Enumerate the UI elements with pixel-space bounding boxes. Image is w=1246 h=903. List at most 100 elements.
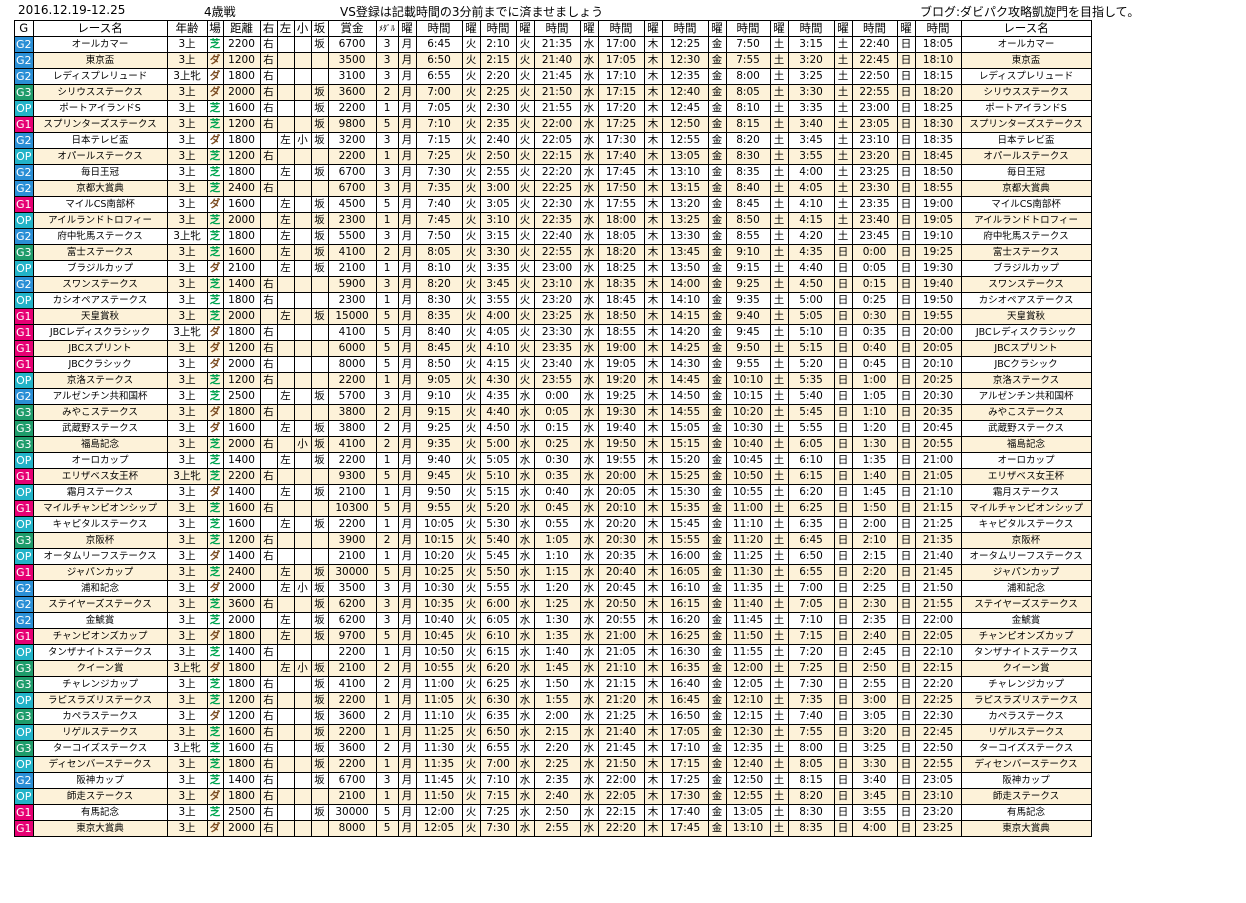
- time-cell: 3:55: [787, 148, 835, 165]
- time-cell: 6:20: [479, 660, 517, 677]
- grade-badge: OP: [14, 484, 34, 501]
- time-cell: 5:30: [479, 516, 517, 533]
- time-cell: 7:35: [787, 692, 835, 709]
- race-name: ステイヤーズステークス: [32, 596, 168, 613]
- weekday-cell: 水: [579, 420, 599, 437]
- weekday-cell: 金: [707, 724, 727, 741]
- weekday-cell: 水: [515, 660, 535, 677]
- time-cell: 20:00: [914, 324, 962, 341]
- weekday-cell: 土: [769, 532, 789, 549]
- weekday-cell: 木: [643, 276, 663, 293]
- time-cell: 11:10: [725, 516, 771, 533]
- race-name-right: 武蔵野ステークス: [960, 420, 1092, 437]
- grade-badge: G2: [14, 52, 34, 69]
- medal-cell: 5: [375, 324, 399, 341]
- weekday-cell: 金: [707, 36, 727, 53]
- weekday-cell: 木: [643, 84, 663, 101]
- left-turn-cell: [276, 548, 295, 565]
- weekday-cell: 木: [643, 724, 663, 741]
- prize-cell: 4100: [327, 244, 377, 261]
- left-turn-cell: [276, 68, 295, 85]
- weekday-cell: 火: [515, 244, 535, 261]
- race-row: G1 スプリンターズステークス 3上芝 1200 右坂 9800 5 月 7:10 火 2:35 火 2…: [14, 116, 1092, 133]
- time-cell: 12:55: [725, 788, 771, 805]
- surface-cell: ダ: [206, 52, 224, 69]
- age-cell: 3上: [166, 500, 208, 517]
- weekday-cell: 金: [707, 244, 727, 261]
- time-cell: 1:50: [851, 500, 898, 517]
- weekday-cell: 日: [833, 516, 853, 533]
- time-cell: 8:10: [725, 100, 771, 117]
- time-cell: 4:50: [479, 420, 517, 437]
- time-cell: 6:35: [479, 708, 517, 725]
- weekday-cell: 月: [397, 212, 417, 229]
- race-name-right: アイルランドトロフィー: [960, 212, 1092, 229]
- slope-cell: 坂: [310, 164, 329, 181]
- weekday-cell: 日: [896, 596, 916, 613]
- weekday-cell: 木: [643, 788, 663, 805]
- weekday-cell: 水: [579, 148, 599, 165]
- prize-cell: 2100: [327, 788, 377, 805]
- weekday-cell: 水: [515, 820, 535, 837]
- time-cell: 16:05: [661, 564, 709, 581]
- column-header: 距離: [222, 20, 261, 37]
- time-cell: 6:10: [479, 628, 517, 645]
- weekday-cell: 日: [896, 244, 916, 261]
- time-cell: 8:05: [725, 84, 771, 101]
- slope-cell: [310, 532, 329, 549]
- medal-cell: 5: [375, 820, 399, 837]
- surface-cell: ダ: [206, 324, 224, 341]
- time-cell: 21:45: [533, 68, 581, 85]
- time-cell: 10:55: [725, 484, 771, 501]
- weekday-cell: 木: [643, 388, 663, 405]
- time-cell: 20:30: [597, 532, 645, 549]
- medal-cell: 1: [375, 372, 399, 389]
- race-name: 京洛ステークス: [32, 372, 168, 389]
- weekday-cell: 日: [896, 324, 916, 341]
- weekday-cell: 火: [461, 612, 481, 629]
- right-turn-cell: 右: [259, 676, 278, 693]
- time-cell: 5:40: [479, 532, 517, 549]
- weekday-cell: 土: [769, 132, 789, 149]
- distance-cell: 2000: [222, 84, 261, 101]
- time-cell: 12:30: [725, 724, 771, 741]
- surface-cell: 芝: [206, 564, 224, 581]
- time-cell: 8:35: [787, 820, 835, 837]
- weekday-cell: 火: [461, 484, 481, 501]
- time-cell: 15:55: [661, 532, 709, 549]
- weekday-cell: 火: [461, 436, 481, 453]
- weekday-cell: 日: [896, 804, 916, 821]
- weekday-cell: 日: [896, 516, 916, 533]
- age-cell: 3上: [166, 356, 208, 373]
- time-cell: 4:20: [787, 228, 835, 245]
- grade-badge: OP: [14, 100, 34, 117]
- time-cell: 10:45: [725, 452, 771, 469]
- weekday-cell: 土: [769, 228, 789, 245]
- time-cell: 4:10: [479, 340, 517, 357]
- weekday-cell: 水: [579, 212, 599, 229]
- age-cell: 3上: [166, 116, 208, 133]
- weekday-cell: 土: [769, 388, 789, 405]
- prize-cell: 2200: [327, 148, 377, 165]
- distance-cell: 3600: [222, 596, 261, 613]
- weekday-cell: 土: [833, 116, 853, 133]
- age-cell: 3上: [166, 36, 208, 53]
- time-cell: 10:50: [415, 644, 463, 661]
- weekday-cell: 火: [515, 308, 535, 325]
- race-name-right: 京都大賞典: [960, 180, 1092, 197]
- race-row: G3 福島記念 3上芝 2000 右小坂 4100 2 月 9:35 火 5:00 水 0:25 水 19:…: [14, 436, 1092, 453]
- column-header: 曜: [515, 20, 535, 37]
- race-row: OP オパールステークス 3上芝 1200 右 2200 1 月 7:25 火 2:50 火 22:15…: [14, 148, 1092, 165]
- weekday-cell: 水: [579, 436, 599, 453]
- time-cell: 22:45: [914, 724, 962, 741]
- medal-cell: 5: [375, 468, 399, 485]
- prize-cell: 9300: [327, 468, 377, 485]
- weekday-cell: 日: [833, 388, 853, 405]
- time-cell: 10:05: [415, 516, 463, 533]
- column-header: 坂: [310, 20, 329, 37]
- weekday-cell: 水: [579, 52, 599, 69]
- time-cell: 6:50: [787, 548, 835, 565]
- weekday-cell: 水: [515, 500, 535, 517]
- grade-badge: G2: [14, 580, 34, 597]
- time-cell: 2:10: [479, 36, 517, 53]
